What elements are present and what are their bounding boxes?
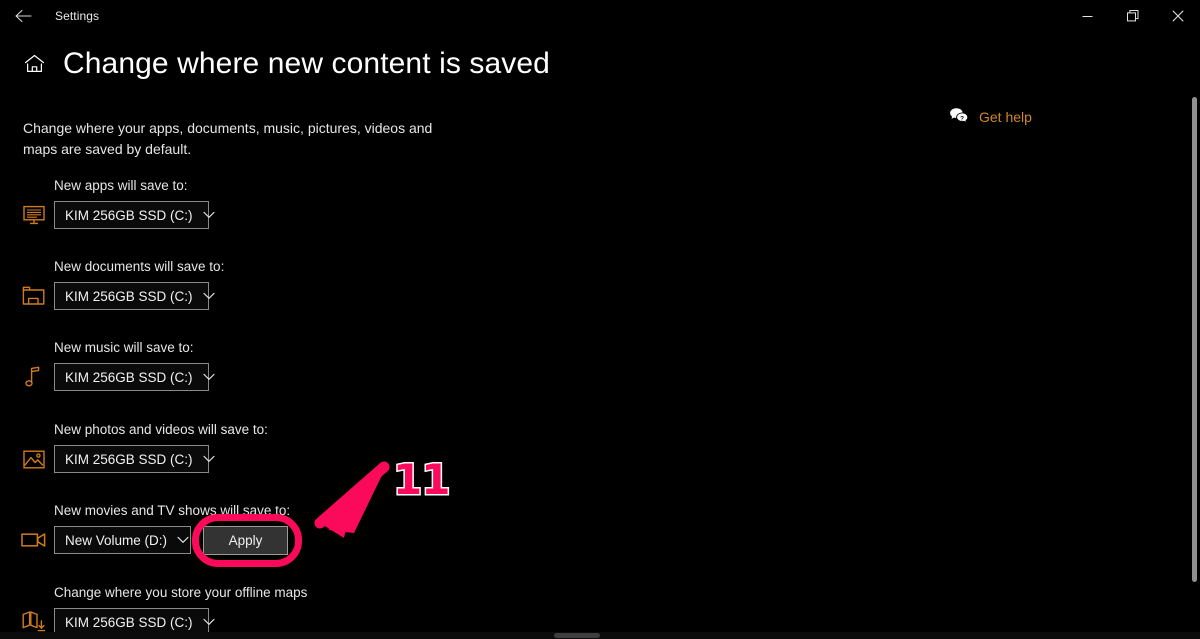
back-arrow-icon [14, 9, 32, 23]
folder-document-icon [21, 283, 47, 309]
close-button[interactable] [1155, 0, 1200, 32]
dropdown-apps-value: KIM 256GB SSD (C:) [65, 207, 193, 223]
vertical-scrollbar-thumb[interactable] [1192, 97, 1197, 582]
close-icon [1171, 10, 1184, 22]
help-bubble-icon: ? [950, 108, 969, 124]
dropdown-photos[interactable]: KIM 256GB SSD (C:) [54, 445, 215, 473]
restore-icon [1126, 10, 1138, 22]
title-bar: Settings [0, 0, 1200, 32]
dropdown-apps[interactable]: KIM 256GB SSD (C:) [54, 201, 215, 229]
dropdown-photos-value: KIM 256GB SSD (C:) [65, 451, 193, 467]
dropdown-music[interactable]: KIM 256GB SSD (C:) [54, 363, 215, 391]
dropdown-movies-value: New Volume (D:) [65, 532, 168, 548]
picture-icon [21, 446, 47, 472]
page-header: Change where new content is saved [0, 47, 550, 80]
row-label-apps: New apps will save to: [54, 178, 188, 193]
home-button[interactable] [12, 54, 56, 73]
chevron-down-icon [193, 455, 215, 463]
app-title: Settings [55, 9, 100, 23]
row-label-documents: New documents will save to: [54, 259, 225, 274]
minimize-icon [1082, 15, 1093, 17]
svg-text:?: ? [960, 115, 964, 122]
dropdown-maps-value: KIM 256GB SSD (C:) [65, 614, 193, 630]
page-title: Change where new content is saved [63, 47, 550, 80]
back-button[interactable] [0, 0, 46, 32]
home-icon [24, 54, 44, 72]
dropdown-documents-value: KIM 256GB SSD (C:) [65, 288, 193, 304]
dropdown-documents[interactable]: KIM 256GB SSD (C:) [54, 282, 215, 310]
annotation-step-number: 11 [391, 454, 451, 506]
map-download-icon [21, 608, 47, 634]
row-label-music: New music will save to: [54, 340, 194, 355]
music-note-icon [21, 364, 47, 390]
chevron-down-icon [167, 536, 189, 544]
vertical-scrollbar[interactable] [1192, 86, 1198, 616]
chevron-down-icon [193, 292, 215, 300]
chevron-down-icon [193, 618, 215, 626]
video-camera-icon [21, 527, 47, 553]
get-help-label: Get help [979, 108, 1032, 125]
horizontal-scrollbar[interactable] [0, 632, 1200, 639]
row-label-maps: Change where you store your offline maps [54, 585, 308, 600]
page-description: Change where your apps, documents, music… [23, 120, 433, 157]
chevron-down-icon [193, 373, 215, 381]
monitor-icon [21, 202, 47, 228]
chevron-down-icon [193, 211, 215, 219]
dropdown-movies[interactable]: New Volume (D:) [54, 526, 191, 554]
row-label-photos: New photos and videos will save to: [54, 422, 268, 437]
get-help-link[interactable]: ? Get help [949, 107, 1032, 126]
minimize-button[interactable] [1065, 0, 1110, 32]
apply-button[interactable]: Apply [203, 526, 288, 555]
row-label-movies: New movies and TV shows will save to: [54, 503, 291, 518]
horizontal-scrollbar-thumb[interactable] [554, 633, 600, 638]
maximize-button[interactable] [1110, 0, 1155, 32]
window-controls [1065, 0, 1200, 32]
dropdown-music-value: KIM 256GB SSD (C:) [65, 369, 193, 385]
